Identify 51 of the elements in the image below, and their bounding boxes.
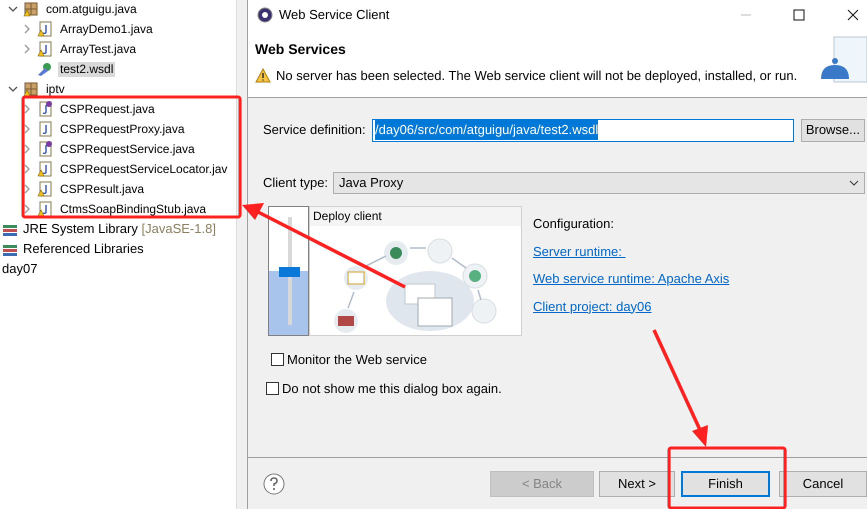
configuration-link[interactable]: Client project: day06 <box>533 296 730 316</box>
tree-item[interactable]: Referenced Libraries <box>23 239 144 259</box>
tree-item[interactable]: iptv <box>44 82 67 96</box>
tree-item[interactable]: CtmsSoapBindingStub.java <box>58 202 208 216</box>
dialog-button[interactable]: Next > <box>599 470 675 496</box>
tree-item[interactable]: CSPResult.java <box>58 182 146 196</box>
configuration-link[interactable]: Server runtime: <box>533 242 730 261</box>
library-version: [JavaSE-1.8] <box>140 221 216 236</box>
chevron-right-icon[interactable] <box>22 144 32 154</box>
checkbox-label: Monitor the Web service <box>287 351 427 369</box>
scrollbar[interactable] <box>236 0 248 509</box>
field-label: Service definition: <box>263 121 367 140</box>
configuration-link[interactable]: Web service runtime: Apache Axis <box>533 269 730 288</box>
dialog-button[interactable]: Finish <box>681 470 770 496</box>
diagram-title: Deploy client <box>310 207 521 226</box>
slider-track[interactable] <box>268 206 309 336</box>
input-field[interactable]: /day06/src/com/atguigu/java/test2.wsdl <box>372 118 794 142</box>
chevron-down-icon[interactable] <box>8 84 18 94</box>
slider-thumb[interactable] <box>279 267 300 277</box>
chevron-right-icon[interactable] <box>22 124 32 134</box>
tree-item[interactable]: day07 <box>2 259 38 279</box>
chevron-right-icon[interactable] <box>22 184 32 194</box>
checkbox[interactable] <box>266 382 279 395</box>
chevron-right-icon[interactable] <box>22 44 32 54</box>
tree-item[interactable]: CSPRequestServiceLocator.jav <box>58 162 230 176</box>
tree-item[interactable]: com.atguigu.java <box>44 2 139 16</box>
tree-item[interactable]: ArrayDemo1.java <box>58 22 155 36</box>
field-label: Client type: <box>263 174 330 192</box>
chevron-down-icon[interactable] <box>8 4 18 14</box>
dropdown[interactable]: Java Proxy <box>333 172 865 194</box>
help-icon[interactable] <box>263 472 285 494</box>
configuration-label: Configuration: <box>533 215 615 233</box>
checkbox-label: Do not show me this dialog box again. <box>282 380 502 398</box>
tree-item[interactable]: ArrayTest.java <box>58 42 138 56</box>
tree-item[interactable]: CSPRequestService.java <box>58 142 197 156</box>
warning-icon <box>255 68 271 84</box>
chevron-right-icon[interactable] <box>22 104 32 114</box>
chevron-right-icon[interactable] <box>22 24 32 34</box>
window-title: Web Service Client <box>279 6 390 24</box>
tree-item[interactable]: CSPRequest.java <box>58 102 157 116</box>
chevron-right-icon[interactable] <box>22 164 32 174</box>
chevron-right-icon[interactable] <box>22 204 32 214</box>
tree-item[interactable]: CSPRequestProxy.java <box>58 122 186 136</box>
dialog-button[interactable]: Cancel <box>779 470 867 496</box>
chevron-down-icon <box>849 180 859 186</box>
warning-message: No server has been selected. The Web service client will not be deployed, installed, or run. <box>276 67 798 85</box>
browse-button[interactable]: Browse... <box>800 118 865 142</box>
page-title: Web Services <box>255 40 347 59</box>
tree-item[interactable]: JRE System Library [JavaSE-1.8] <box>23 219 216 239</box>
checkbox[interactable] <box>271 353 284 366</box>
tree-item[interactable]: test2.wsdl <box>58 62 116 76</box>
